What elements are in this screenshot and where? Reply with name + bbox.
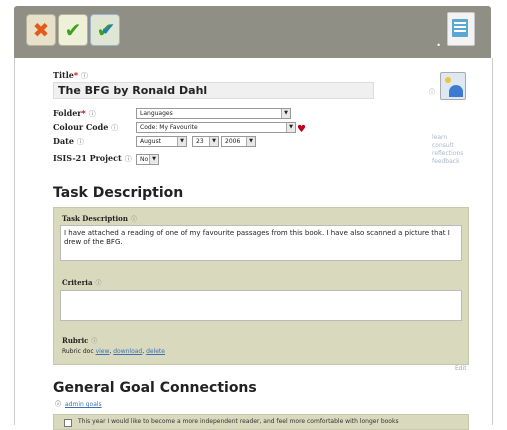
goal-panel: This year I would like to become a more … — [53, 414, 469, 430]
goal-text: This year I would like to become a more … — [78, 418, 399, 425]
cancel-x-icon: ✖ — [32, 18, 50, 42]
edit-link[interactable]: Edit — [455, 365, 467, 372]
chevron-down-icon: ▼ — [149, 155, 158, 164]
chevron-down-icon: ▼ — [281, 109, 290, 118]
cancel-button[interactable]: ✖ — [26, 14, 56, 46]
colour-code-select[interactable]: Code: My Favourite ▼ — [136, 122, 296, 133]
help-icon: ⓘ — [95, 280, 102, 287]
form-content: Title* ⓘ The BFG by Ronald Dahl ⓘ Folder*… — [14, 58, 493, 430]
rubric-label: Rubric ⓘ — [62, 336, 98, 345]
task-description-textarea[interactable]: I have attached a reading of one of my f… — [60, 225, 462, 261]
chevron-down-icon: ▼ — [177, 137, 186, 146]
save-all-button[interactable]: ✔ ✔ — [90, 14, 120, 46]
toolbar-dot: • — [436, 41, 441, 50]
side-link[interactable]: consult — [432, 142, 463, 150]
rubric-delete-link[interactable]: delete — [146, 348, 165, 355]
help-icon[interactable]: ⓘ — [429, 87, 435, 96]
isis-label: ISIS-21 Project ⓘ — [53, 153, 132, 163]
chevron-down-icon: ▼ — [286, 123, 295, 132]
date-day-select[interactable]: 23 ▼ — [192, 136, 219, 147]
chevron-down-icon: ▼ — [209, 137, 218, 146]
app-window: ✖ ✔ ✔ ✔ • Title* ⓘ The BFG by Ronald Dahl … — [0, 0, 507, 430]
task-panel: Task Description ⓘ I have attached a read… — [53, 207, 469, 365]
help-icon: ⓘ — [111, 124, 119, 132]
help-icon: ⓘ — [76, 138, 84, 146]
help-icon: ⓘ — [91, 338, 98, 345]
side-link[interactable]: reflections — [432, 150, 463, 158]
title-label: Title* ⓘ — [53, 70, 89, 80]
help-icon: ⓘ — [55, 401, 62, 408]
help-icon: ⓘ — [124, 155, 132, 163]
title-input[interactable]: The BFG by Ronald Dahl — [53, 82, 374, 99]
task-description-label: Task Description ⓘ — [62, 214, 137, 223]
colour-code-label: Colour Code ⓘ — [53, 122, 119, 132]
chevron-down-icon: ▼ — [246, 137, 255, 146]
document-icon[interactable] — [447, 12, 475, 46]
check-icon: ✔ — [64, 18, 82, 42]
criteria-label: Criteria ⓘ — [62, 278, 102, 287]
side-link[interactable]: learn — [432, 134, 463, 142]
date-year-select[interactable]: 2006 ▼ — [221, 136, 256, 147]
date-label: Date ⓘ — [53, 136, 84, 146]
side-links: learn consult reflections feedback — [432, 134, 463, 166]
date-month-select[interactable]: August ▼ — [136, 136, 187, 147]
admin-goals-link[interactable]: admin goals — [65, 401, 102, 408]
rubric-download-link[interactable]: download — [113, 348, 142, 355]
rubric-doc-line: Rubric doc view, download, delete — [62, 348, 165, 355]
image-upload-icon[interactable] — [440, 72, 466, 100]
task-description-heading: Task Description — [53, 185, 184, 201]
help-icon: ⓘ — [81, 72, 89, 80]
help-icon: ⓘ — [130, 216, 137, 223]
heart-icon: ♥ — [297, 124, 306, 135]
criteria-textarea[interactable] — [60, 290, 462, 321]
folder-select[interactable]: Languages ▼ — [136, 108, 291, 119]
toolbar: ✖ ✔ ✔ ✔ • — [14, 6, 491, 58]
general-goal-heading: General Goal Connections — [53, 380, 257, 396]
help-icon: ⓘ — [88, 110, 96, 118]
folder-label: Folder* ⓘ — [53, 108, 96, 118]
admin-goals: ⓘ admin goals — [55, 399, 102, 408]
goal-checkbox[interactable] — [64, 419, 72, 427]
rubric-view-link[interactable]: view — [96, 348, 110, 355]
isis-select[interactable]: No ▼ — [136, 154, 159, 165]
save-button[interactable]: ✔ — [58, 14, 88, 46]
side-link[interactable]: feedback — [432, 158, 463, 166]
